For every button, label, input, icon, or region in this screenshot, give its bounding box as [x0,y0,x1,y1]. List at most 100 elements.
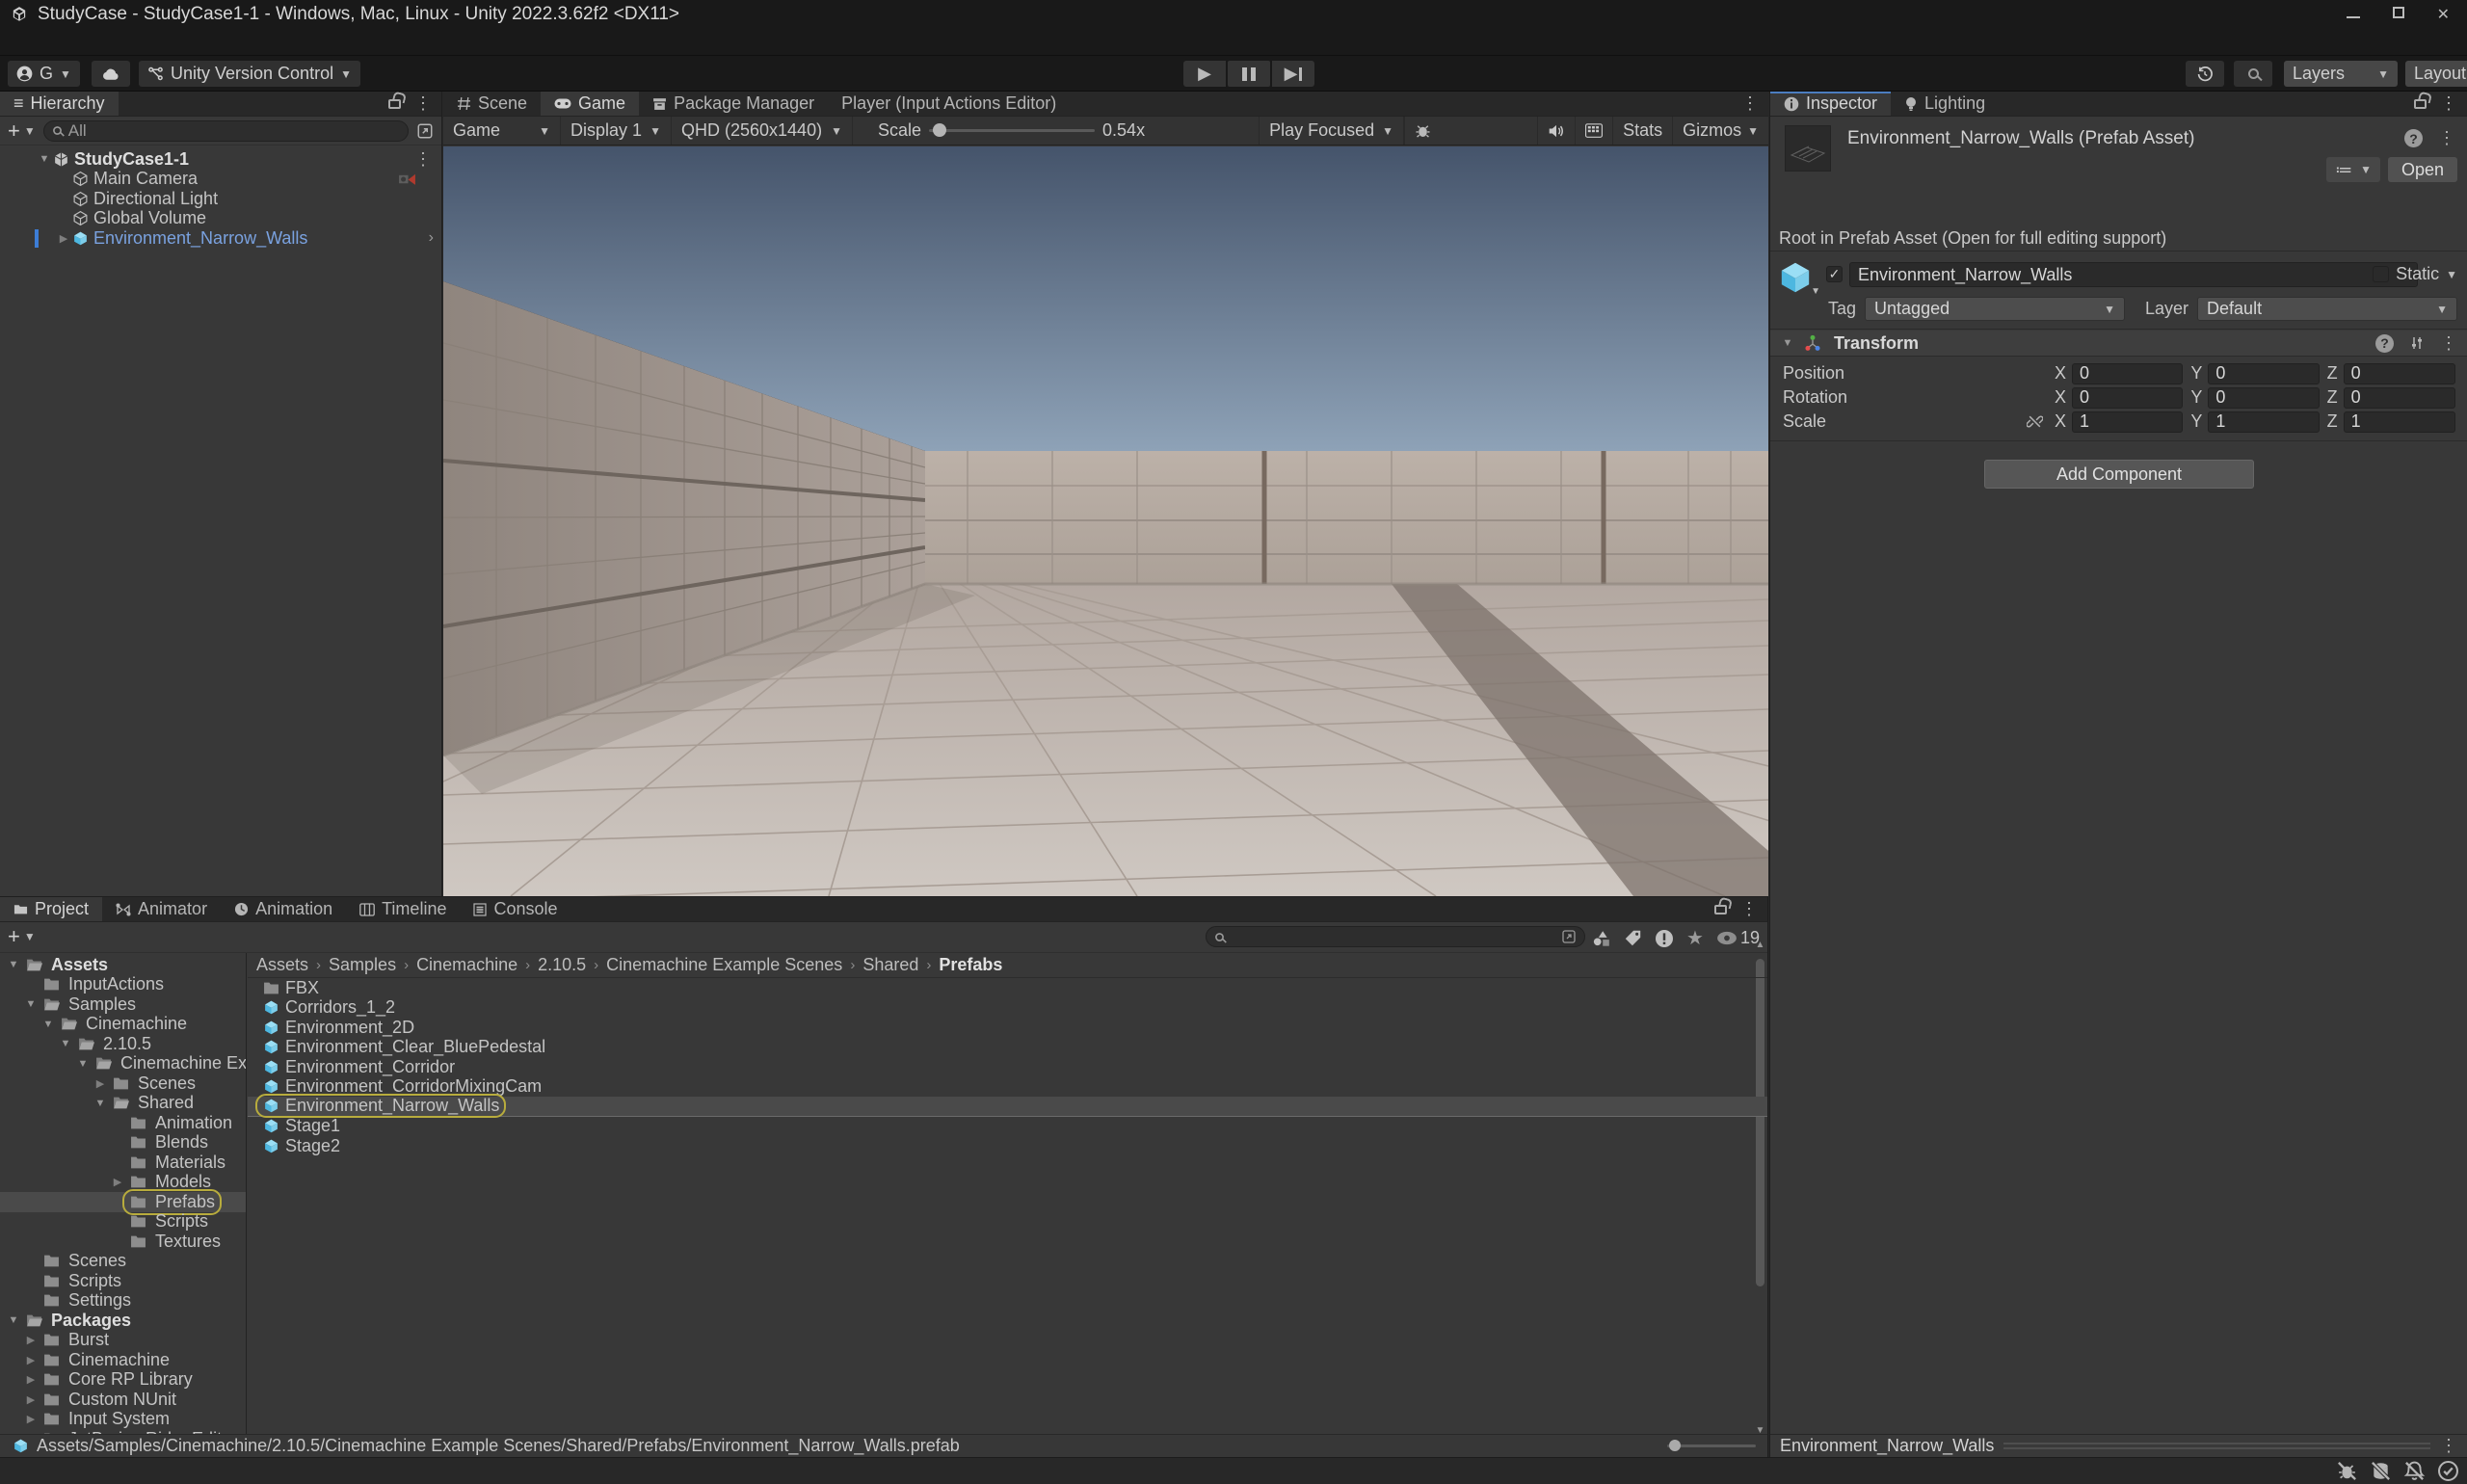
menu-item[interactable] [110,29,135,55]
folder-tree-item[interactable]: Scripts [0,1212,246,1232]
search-in-window-icon[interactable] [1561,929,1577,944]
camera-badge-icon[interactable] [398,171,416,187]
folder-tree-item[interactable]: Materials [0,1153,246,1173]
foldout-arrow[interactable] [37,153,52,165]
folder-tree-item[interactable]: 2.10.5 [0,1034,246,1054]
z-value-field[interactable]: 0 [2344,387,2455,409]
menu-item[interactable] [185,29,210,55]
asset-item[interactable]: Stage1 [248,1117,1767,1137]
help-icon[interactable]: ? [2375,334,2394,353]
x-value-field[interactable]: 0 [2072,363,2183,384]
lock-icon[interactable] [1714,905,1727,914]
asset-item[interactable]: FBX [248,978,1767,998]
background-tasks-ok-icon[interactable] [2437,1460,2459,1482]
folder-tree-item[interactable]: Animation [0,1113,246,1133]
kebab-menu-icon[interactable]: ⋮ [2440,1436,2457,1456]
static-checkbox[interactable] [2373,266,2389,282]
kebab-menu-icon[interactable]: ⋮ [2438,128,2455,148]
hierarchy-item[interactable]: Global Volume [0,209,441,229]
foldout-arrow[interactable]: ▼ [1780,337,1795,349]
folder-tree-item[interactable]: Scripts [0,1271,246,1291]
kebab-menu-icon[interactable]: ⋮ [1740,899,1758,919]
tab-player-input-actions[interactable]: Player (Input Actions Editor) [828,92,1070,116]
layers-dropdown[interactable]: Layers ▼ [2284,61,2398,87]
drag-grip[interactable] [2003,1443,2430,1449]
tab-animator[interactable]: Animator [102,897,221,921]
foldout-arrow[interactable] [75,1058,91,1070]
foldout-arrow[interactable] [23,1373,39,1386]
y-value-field[interactable]: 1 [2208,411,2319,433]
kebab-menu-icon[interactable]: ⋮ [414,93,432,114]
asset-item[interactable]: Environment_CorridorMixingCam [248,1077,1767,1098]
tab-timeline[interactable]: Timeline [346,897,460,921]
foldout-arrow[interactable] [56,232,71,245]
resolution-dropdown[interactable]: QHD (2560x1440)▼ [672,117,853,145]
breadcrumb-item[interactable]: 2.10.5› [538,955,598,975]
foldout-arrow[interactable] [93,1077,108,1090]
game-viewport[interactable] [443,146,1768,896]
tab-game[interactable]: Game [541,92,639,116]
lock-icon[interactable] [2414,99,2427,109]
stats-toggle[interactable]: Stats [1612,117,1672,145]
cloud-button[interactable] [92,61,130,87]
folder-tree-item[interactable]: Input System [0,1410,246,1430]
asset-item[interactable]: Environment_2D [248,1018,1767,1038]
active-checkbox[interactable]: ✓ [1826,266,1843,282]
y-value-field[interactable]: 0 [2208,387,2319,409]
folder-tree-item[interactable]: Custom NUnit [0,1390,246,1410]
menu-item[interactable] [10,29,35,55]
transform-component-header[interactable]: ▼ Transform ? ⋮ [1770,331,2467,357]
gizmos-dropdown[interactable]: Gizmos▼ [1672,117,1768,145]
label-filter-icon[interactable] [1624,929,1642,947]
debug-bug-icon[interactable] [1404,117,1441,145]
kebab-menu-icon[interactable]: ⋮ [2440,333,2457,354]
hierarchy-item[interactable]: Directional Light [0,189,441,209]
z-value-field[interactable]: 1 [2344,411,2455,433]
presets-icon[interactable] [2409,335,2425,351]
breadcrumb-item[interactable]: Cinemachine› [416,955,530,975]
folder-tree-item[interactable]: Cinemachine Example Scenes [0,1054,246,1074]
layout-dropdown[interactable]: Layout ▼ [2405,61,2467,87]
menu-item[interactable] [60,29,85,55]
breadcrumb-item[interactable]: Prefabs› [939,955,1002,975]
folder-tree-item[interactable]: Blends [0,1133,246,1153]
play-focused-dropdown[interactable]: Play Focused▼ [1259,117,1404,145]
foldout-arrow[interactable] [58,1038,73,1049]
uniform-scale-link-icon[interactable] [2027,413,2043,430]
breadcrumb-item[interactable]: Samples› [329,955,409,975]
folder-tree-item[interactable]: Packages [0,1311,246,1331]
hierarchy-item[interactable]: Environment_Narrow_Walls › [0,228,441,249]
folder-tree-item[interactable]: Scenes [0,1073,246,1094]
tab-inspector[interactable]: Inspector [1770,92,1891,116]
scene-picker-icon[interactable] [416,122,434,140]
open-prefab-button[interactable]: Open [2388,157,2457,182]
global-search-button[interactable] [2234,61,2272,87]
favorites-star-icon[interactable]: ★ [1686,926,1704,950]
x-value-field[interactable]: 0 [2072,387,2183,409]
tab-lighting[interactable]: Lighting [1891,92,1999,116]
breadcrumb-item[interactable]: Assets› [256,955,321,975]
menu-item[interactable] [160,29,185,55]
foldout-arrow[interactable] [23,998,39,1010]
foldout-arrow[interactable] [23,1334,39,1346]
folder-tree-item[interactable]: Burst [0,1331,246,1351]
tab-console[interactable]: Console [460,897,570,921]
foldout-arrow[interactable] [23,1413,39,1425]
scale-slider[interactable] [929,129,1095,132]
folder-tree-item[interactable]: Core RP Library [0,1370,246,1391]
folder-tree-item[interactable]: Cinemachine [0,1350,246,1370]
close-button[interactable]: ✕ [2437,5,2450,24]
tag-dropdown[interactable]: Untagged▼ [1865,297,2125,321]
foldout-arrow[interactable] [40,1019,56,1030]
z-value-field[interactable]: 0 [2344,363,2455,384]
breadcrumb-item[interactable]: Cinemachine Example Scenes› [606,955,855,975]
asset-item[interactable]: Corridors_1_2 [248,998,1767,1019]
pause-button[interactable] [1228,61,1270,87]
tab-package-manager[interactable]: Package Manager [639,92,828,116]
foldout-arrow[interactable] [6,1314,21,1326]
foldout-arrow[interactable] [110,1176,125,1188]
minimize-button[interactable] [2347,6,2360,23]
folder-tree-item[interactable]: Scenes [0,1252,246,1272]
undo-history-button[interactable] [2186,61,2224,87]
static-toggle[interactable]: Static ▼ [2373,264,2457,284]
